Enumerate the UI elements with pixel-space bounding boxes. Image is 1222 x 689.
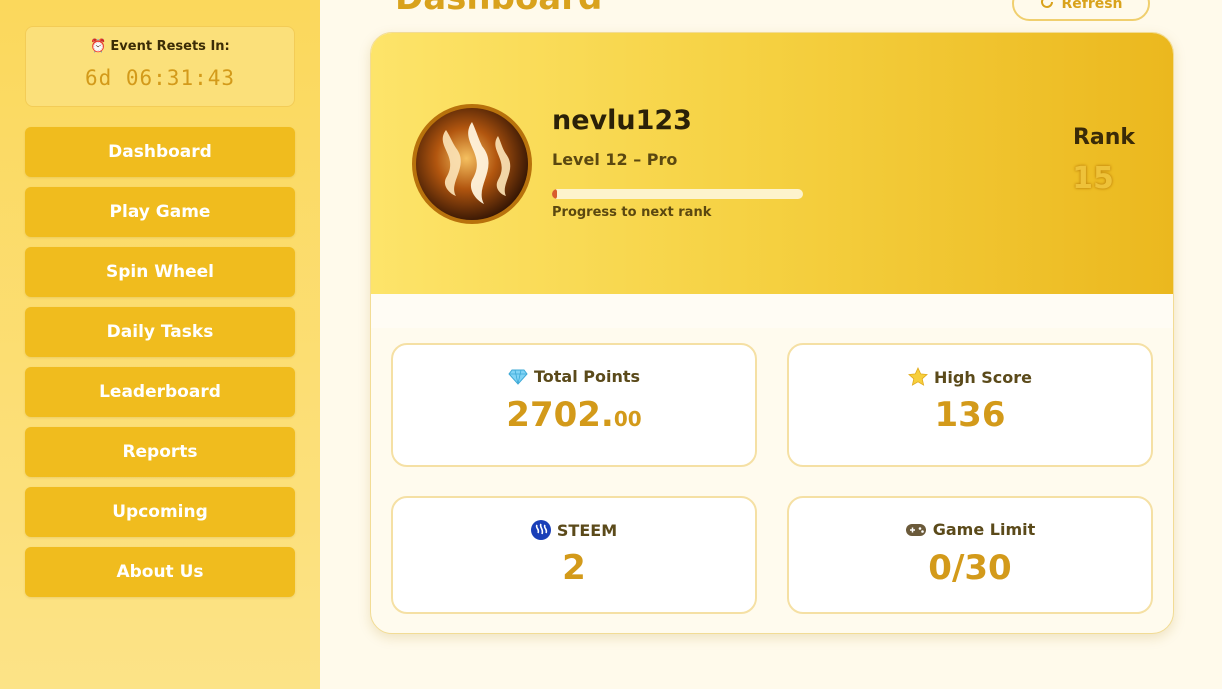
nav-daily-tasks-button[interactable]: Daily Tasks: [25, 307, 295, 357]
high-score-label: High Score: [933, 367, 1033, 387]
stat-label-row: High Score: [789, 367, 1151, 387]
total-points-value: 2702.00: [393, 395, 755, 435]
rank-value: 15: [1072, 161, 1114, 196]
avatar: [412, 104, 532, 224]
nav-upcoming-button[interactable]: Upcoming: [25, 487, 295, 537]
game-limit-label: Game Limit: [932, 520, 1036, 539]
username: nevlu123: [552, 105, 692, 136]
timer-value: 6d 06:31:43: [84, 66, 236, 90]
rank-label: Rank: [1072, 125, 1136, 150]
nav-about-us-button[interactable]: About Us: [25, 547, 295, 597]
stat-label-row: Total Points: [393, 367, 755, 386]
stat-card-steem: STEEM 2: [391, 496, 757, 614]
profile-card: nevlu123 Level 12 – Pro Progress to next…: [370, 32, 1174, 634]
total-points-decimals: 00: [613, 407, 642, 431]
steem-logo-icon: [416, 108, 528, 220]
steem-value: 2: [562, 548, 586, 588]
refresh-button[interactable]: Refresh: [1012, 0, 1150, 21]
stat-label-row: STEEM: [393, 520, 755, 540]
game-limit-value: 0/30: [928, 548, 1012, 588]
profile-header: nevlu123 Level 12 – Pro Progress to next…: [371, 33, 1173, 294]
refresh-label: Refresh: [1061, 0, 1123, 12]
rank-progress-bar: [552, 189, 803, 199]
stat-card-total-points: Total Points 2702.00: [391, 343, 757, 467]
nav-leaderboard-button[interactable]: Leaderboard: [25, 367, 295, 417]
gem-icon: [508, 369, 528, 385]
level-label: Level 12 – Pro: [552, 150, 678, 169]
stat-card-game-limit: Game Limit 0/30: [787, 496, 1153, 614]
total-points-label: Total Points: [533, 367, 641, 386]
sidebar: ⏰ Event Resets In: 6d 06:31:43 Dashboard …: [0, 0, 320, 689]
nav-spin-wheel-button[interactable]: Spin Wheel: [25, 247, 295, 297]
nav-reports-button[interactable]: Reports: [25, 427, 295, 477]
event-timer: ⏰ Event Resets In: 6d 06:31:43: [25, 26, 295, 107]
progress-label: Progress to next rank: [552, 205, 712, 220]
gamepad-icon: [905, 523, 927, 537]
star-icon: [908, 367, 928, 387]
divider-band: [371, 294, 1173, 328]
timer-label: Event Resets In:: [110, 39, 230, 54]
timer-label-row: ⏰ Event Resets In:: [26, 39, 294, 54]
nav-dashboard-button[interactable]: Dashboard: [25, 127, 295, 177]
page-title: Dashboard: [395, 0, 602, 18]
stat-card-high-score: High Score 136: [787, 343, 1153, 467]
steem-icon: [530, 520, 551, 540]
high-score-value: 136: [934, 395, 1006, 435]
nav-play-game-button[interactable]: Play Game: [25, 187, 295, 237]
refresh-icon: [1039, 0, 1055, 14]
steem-label: STEEM: [556, 520, 618, 540]
rank-progress-fill: [552, 189, 558, 199]
stat-label-row: Game Limit: [789, 520, 1151, 539]
alarm-clock-icon: ⏰: [90, 39, 107, 54]
total-points-integer: 2702.: [506, 395, 614, 435]
